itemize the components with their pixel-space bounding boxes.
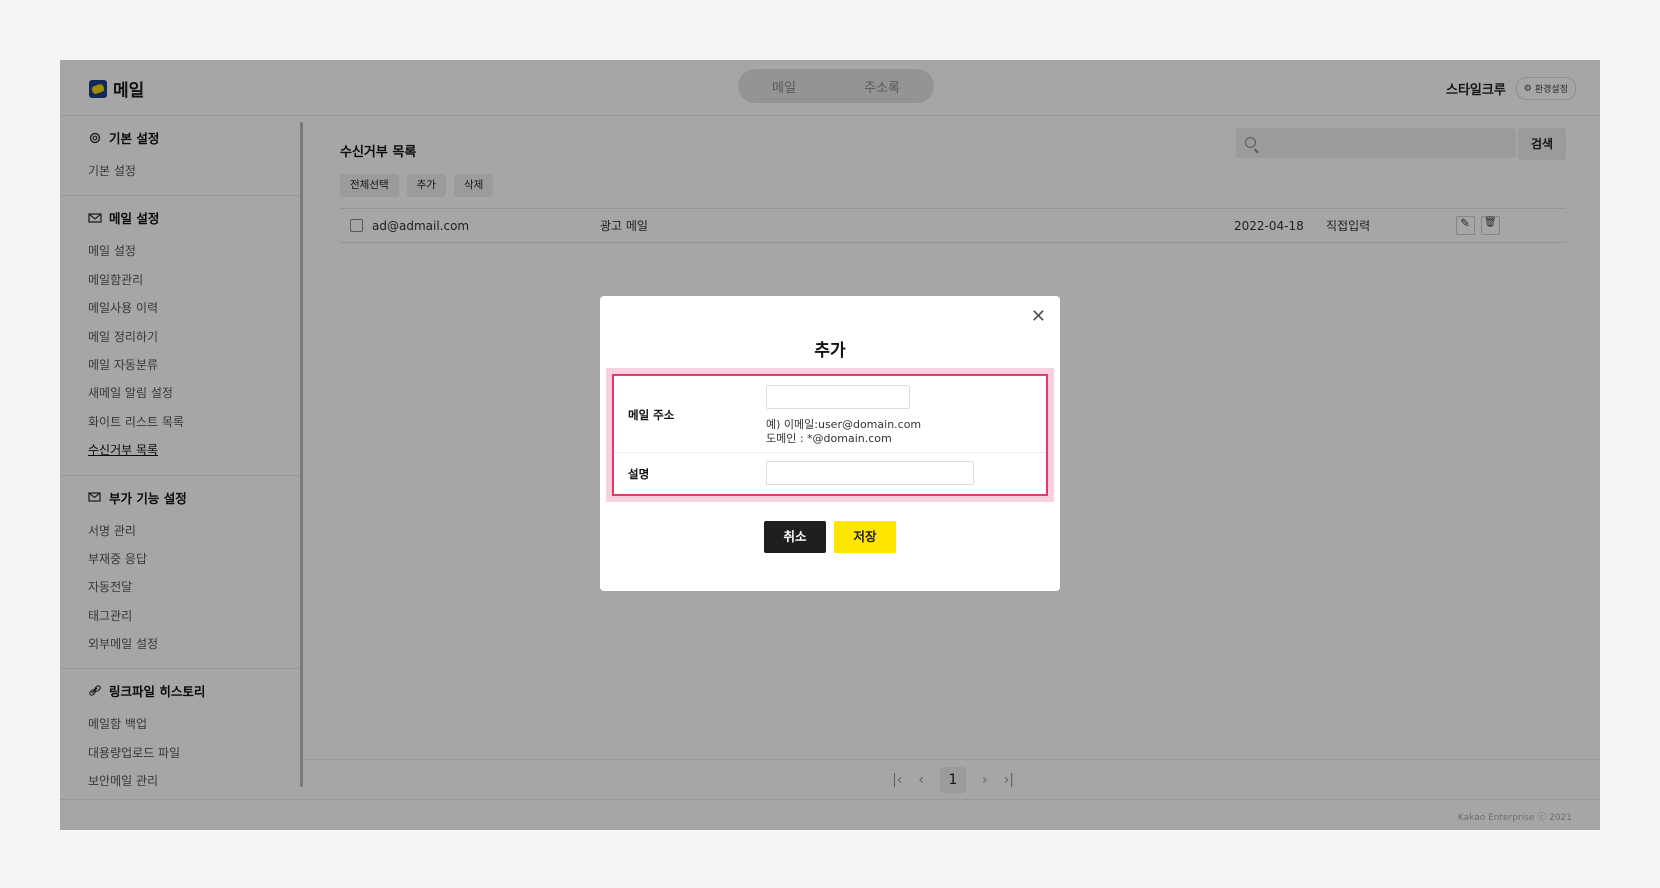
close-icon[interactable]: ✕	[1031, 306, 1046, 327]
description-row: 설명	[614, 453, 1046, 494]
save-button[interactable]: 저장	[834, 521, 896, 553]
add-form: 메일 주소 예) 이메일:user@domain.com 도메인 : *@dom…	[612, 374, 1048, 496]
form-highlight: 메일 주소 예) 이메일:user@domain.com 도메인 : *@dom…	[606, 368, 1054, 502]
cancel-button[interactable]: 취소	[764, 521, 826, 553]
description-label: 설명	[628, 467, 650, 481]
email-row: 메일 주소 예) 이메일:user@domain.com 도메인 : *@dom…	[614, 376, 1046, 453]
email-field[interactable]	[766, 385, 910, 409]
email-hint-2: 도메인 : *@domain.com	[766, 432, 892, 445]
dialog-buttons: 취소 저장	[600, 521, 1060, 553]
email-label: 메일 주소	[628, 408, 675, 422]
add-dialog: ✕ 추가 메일 주소 예) 이메일:user@domain.com 도메인 : …	[600, 296, 1060, 591]
description-field[interactable]	[766, 461, 974, 485]
dialog-title: 추가	[814, 341, 846, 361]
